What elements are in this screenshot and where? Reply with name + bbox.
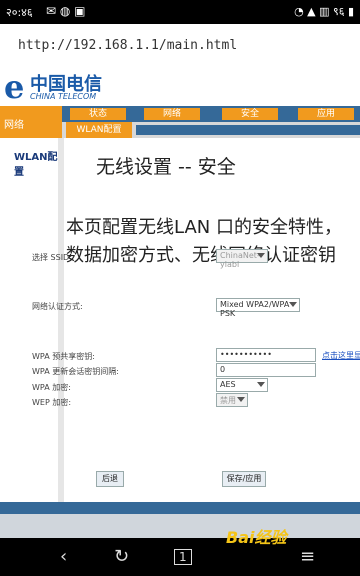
- page-title: 无线设置 -- 安全: [96, 156, 236, 178]
- wep-encryption-value: 禁用: [220, 396, 236, 405]
- subtab-bar: [136, 125, 360, 135]
- tab-status[interactable]: 状态: [70, 108, 126, 120]
- tab-network[interactable]: 网络: [144, 108, 200, 120]
- ssid-label: 选择 SSID:: [32, 253, 72, 262]
- status-bar: २०:४६ ✉ ◍ ▣ ◔ ▲ ▥ ९६ ▮: [0, 0, 360, 24]
- refresh-icon[interactable]: ↻: [114, 546, 129, 567]
- sub-tabs: WLAN配置: [62, 122, 360, 138]
- description-line-1: 本页配置无线LAN 口的安全特性，: [66, 217, 342, 238]
- wpa-encryption-value: AES: [220, 380, 236, 389]
- clock: २०:४६: [6, 6, 33, 19]
- rekey-interval-label: WPA 更新会话密钥间隔:: [32, 367, 119, 376]
- show-key-link[interactable]: 点击这里显: [322, 350, 360, 361]
- wep-encryption-select[interactable]: 禁用: [216, 393, 248, 407]
- android-nav-bar: ‹ ↻ 1 ≡: [0, 538, 360, 576]
- back-icon[interactable]: ‹: [60, 546, 67, 567]
- ssid-select[interactable]: ChinaNet-ylabl: [216, 249, 268, 269]
- tab-applications[interactable]: 应用: [298, 108, 354, 120]
- router-page: e 中国电信 CHINA TELECOM 网络 状态 网络 安全 应用 WLAN…: [0, 66, 360, 538]
- menu-icon[interactable]: ≡: [300, 546, 315, 567]
- description-line-2: 数据加密方式、无线网络认证密钥: [66, 245, 336, 266]
- chevron-down-icon: [257, 382, 265, 387]
- subtab-wlan-config[interactable]: WLAN配置: [66, 122, 132, 138]
- psk-label: WPA 预共享密钥:: [32, 352, 95, 361]
- page-description: 本页配置无线LAN 口的安全特性， 数据加密方式、无线网络认证密钥: [66, 214, 360, 270]
- brand-header: e 中国电信 CHINA TELECOM: [0, 66, 360, 106]
- wpa-encryption-select[interactable]: AES: [216, 378, 268, 392]
- main-content: 无线设置 -- 安全 本页配置无线LAN 口的安全特性， 数据加密方式、无线网络…: [64, 138, 360, 502]
- footer-strip: [0, 502, 360, 514]
- brand-name-en: CHINA TELECOM: [30, 92, 97, 101]
- psk-input[interactable]: •••••••••••: [216, 348, 316, 362]
- tab-security[interactable]: 安全: [222, 108, 278, 120]
- sidebar-item-wlan-config[interactable]: WLAN配置: [14, 148, 58, 178]
- browser-address-bar[interactable]: http://192.168.1.1/main.html: [0, 24, 360, 66]
- watermark: Bai经验: [226, 528, 287, 547]
- china-telecom-logo-icon: e: [4, 68, 25, 106]
- chevron-down-icon: [289, 302, 297, 307]
- sidebar: WLAN配置: [0, 138, 64, 502]
- wep-encryption-label: WEP 加密:: [32, 398, 72, 407]
- psk-value: •••••••••••: [220, 350, 272, 359]
- chevron-down-icon: [257, 253, 265, 258]
- rekey-interval-input[interactable]: 0: [216, 363, 316, 377]
- notification-icons: ✉ ◍ ▣: [46, 4, 86, 18]
- footer-band: [0, 514, 360, 538]
- chevron-down-icon: [237, 397, 245, 402]
- section-tab-network[interactable]: 网络: [0, 106, 62, 138]
- top-navigation: 网络 状态 网络 安全 应用 WLAN配置: [0, 106, 360, 138]
- tabs-icon[interactable]: 1: [174, 549, 192, 565]
- rekey-interval-value: 0: [220, 365, 226, 374]
- back-button[interactable]: 后退: [96, 471, 124, 487]
- save-apply-button[interactable]: 保存/应用: [222, 471, 266, 487]
- url-text[interactable]: http://192.168.1.1/main.html: [18, 38, 237, 53]
- system-status-icons: ◔ ▲ ▥ ९६ ▮: [294, 5, 354, 18]
- wpa-encryption-label: WPA 加密:: [32, 383, 71, 392]
- auth-mode-label: 网络认证方式:: [32, 302, 83, 311]
- auth-mode-select[interactable]: Mixed WPA2/WPA -PSK: [216, 298, 300, 318]
- main-tabs: 状态 网络 安全 应用: [62, 106, 360, 122]
